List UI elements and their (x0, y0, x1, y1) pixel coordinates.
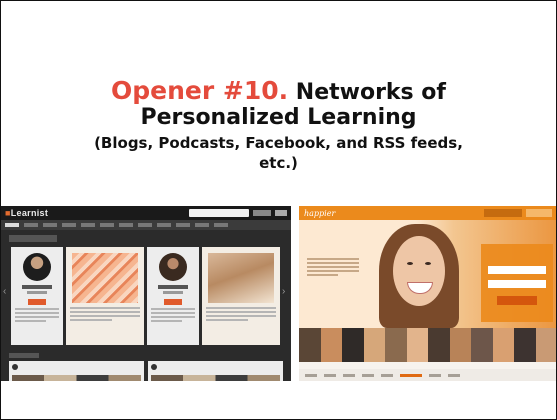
happier-photo-strip (299, 328, 556, 362)
learnist-featured-cards (11, 247, 280, 347)
happier-join-button (497, 296, 537, 305)
learnist-featured-label (9, 353, 39, 358)
category-icon (12, 364, 18, 370)
learnist-category-panel (148, 361, 283, 381)
learnist-topbar: ■Learnist (1, 206, 291, 220)
learnist-screenshot: ■Learnist ‹ › (1, 206, 291, 381)
follow-button (164, 299, 182, 305)
learnist-board-card (66, 247, 144, 345)
chevron-left-icon: ‹ (3, 286, 7, 297)
slide-title: Opener #10. Networks of Personalized Lea… (1, 77, 556, 173)
learnist-category-panel (9, 361, 144, 381)
happier-screenshot: happier (299, 206, 556, 381)
subtitle-line-1: (Blogs, Podcasts, Facebook, and RSS feed… (94, 134, 463, 153)
title-line-2: Personalized Learning (140, 105, 417, 131)
happier-hero (299, 220, 556, 328)
happier-password-field (488, 280, 546, 288)
learnist-search-box (189, 209, 249, 217)
subtitle: (Blogs, Podcasts, Facebook, and RSS feed… (1, 134, 556, 173)
category-icon (151, 364, 157, 370)
subtitle-line-2: etc.) (259, 153, 298, 172)
happier-login-button (526, 209, 552, 217)
learnist-user-link (253, 210, 271, 216)
happier-hero-photo (369, 224, 469, 328)
happier-topbar: happier (299, 206, 556, 220)
title-opener: Opener #10. (110, 76, 289, 105)
title-line-1: Opener #10. Networks of (1, 77, 556, 105)
learnist-board-card (202, 247, 280, 345)
avatar (23, 253, 51, 281)
learnist-author-card (147, 247, 199, 345)
learnist-featured-authors-label (9, 235, 57, 242)
happier-intro-text (307, 256, 359, 278)
avatar (159, 253, 187, 281)
learnist-author-card (11, 247, 63, 345)
happier-logo: happier (304, 208, 336, 218)
happier-join-top-button (484, 209, 522, 217)
follow-button (28, 299, 46, 305)
learnist-category-row (1, 361, 291, 381)
learnist-menu-link (275, 210, 287, 216)
happier-email-field (488, 266, 546, 274)
happier-footer (299, 369, 556, 381)
happier-join-panel (481, 244, 553, 322)
learnist-logo: ■Learnist (5, 208, 49, 218)
slide: Opener #10. Networks of Personalized Lea… (0, 0, 557, 420)
board-image (72, 253, 138, 303)
board-image (208, 253, 274, 303)
learnist-nav (1, 220, 291, 230)
chevron-right-icon: › (282, 286, 286, 297)
title-rest: Networks of (295, 80, 446, 105)
